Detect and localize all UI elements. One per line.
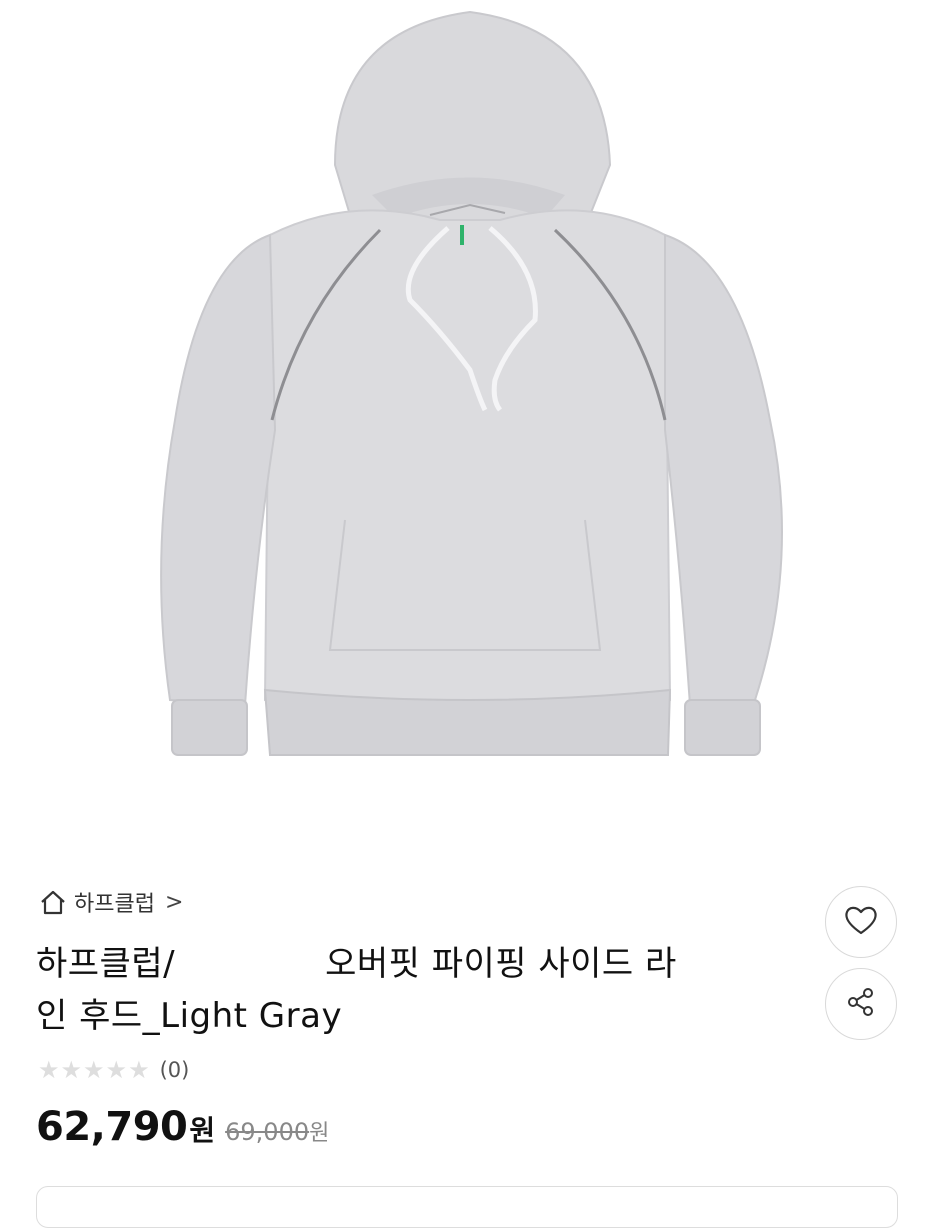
brand-link[interactable]: 하프클럽 > — [38, 884, 183, 920]
product-image[interactable] — [0, 0, 932, 830]
rating[interactable]: ★ ★ ★ ★ ★ (0) — [38, 1054, 189, 1086]
title-name: 오버핏 파이핑 사이드 라 — [325, 944, 677, 984]
heart-icon — [843, 904, 879, 940]
sale-price: 62,790 — [36, 1104, 188, 1150]
star-icon: ★ — [60, 1056, 83, 1084]
rating-stars: ★ ★ ★ ★ ★ — [38, 1058, 150, 1082]
wish-button[interactable] — [825, 886, 897, 958]
share-icon — [844, 985, 878, 1023]
sale-price-unit: 원 — [189, 1114, 216, 1147]
original-price-unit: 원 — [309, 1121, 330, 1146]
home-icon — [38, 887, 68, 917]
brand-name: 하프클럽 — [74, 892, 155, 917]
product-title: 하프클럽/오버핏 파이핑 사이드 라 인 후드_Light Gray — [36, 938, 776, 1042]
review-count: (0) — [159, 1058, 190, 1082]
share-button[interactable] — [825, 968, 897, 1040]
star-icon: ★ — [38, 1056, 60, 1084]
star-icon: ★ — [128, 1056, 150, 1084]
title-name-cont: 인 후드_Light Gray — [36, 996, 343, 1036]
star-icon: ★ — [83, 1056, 105, 1084]
option-panel[interactable] — [36, 1186, 898, 1228]
star-icon: ★ — [105, 1056, 128, 1084]
original-price: 69,000 — [225, 1118, 310, 1146]
chevron-right-icon: > — [164, 889, 184, 915]
title-brand: 하프클럽/ — [36, 944, 176, 984]
price: 62,790 원 69,000 원 — [36, 1104, 329, 1158]
